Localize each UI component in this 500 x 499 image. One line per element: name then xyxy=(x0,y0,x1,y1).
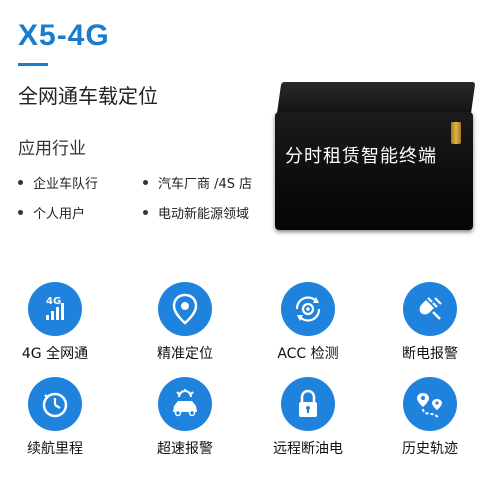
feature-label: 4G 全网通 xyxy=(21,346,89,362)
industry-item-automaker: 汽车厂商 /4S 店 xyxy=(143,176,252,194)
bullet-dot xyxy=(18,210,23,215)
product-subtitle: 全网通车载定位 xyxy=(18,84,158,108)
feature-label: ACC 检测 xyxy=(277,346,339,362)
industry-item-ev: 电动新能源领域 xyxy=(143,206,249,224)
gear-refresh-icon xyxy=(281,282,335,336)
feature-location: 精准定位 xyxy=(135,282,235,363)
device-body xyxy=(275,112,473,230)
feature-power-alarm: 断电报警 xyxy=(380,282,480,363)
lock-icon xyxy=(281,377,335,431)
feature-remote-cut: 远程断油电 xyxy=(258,377,358,458)
feature-label: 精准定位 xyxy=(157,346,213,362)
feature-label: 续航里程 xyxy=(27,441,83,457)
device-image: 分时租赁智能终端 xyxy=(275,82,476,232)
device-top-surface xyxy=(276,82,476,116)
industry-item-fleet: 企业车队行 xyxy=(18,176,98,194)
product-title: X5-4G xyxy=(18,19,110,52)
industry-heading: 应用行业 xyxy=(18,139,86,159)
power-plug-icon xyxy=(403,282,457,336)
bullet-dot xyxy=(18,180,23,185)
feature-range: 续航里程 xyxy=(5,377,105,458)
speeding-car-icon xyxy=(158,377,212,431)
svg-text:4G: 4G xyxy=(46,296,61,307)
bullet-dot xyxy=(143,210,148,215)
route-icon xyxy=(403,377,457,431)
feature-label: 历史轨迹 xyxy=(402,441,458,457)
title-divider xyxy=(18,63,48,66)
feature-label: 断电报警 xyxy=(402,346,458,362)
feature-history-track: 历史轨迹 xyxy=(380,377,480,458)
feature-speed-alarm: 超速报警 xyxy=(135,377,235,458)
antenna-connector xyxy=(451,122,461,144)
4g-signal-icon: 4G xyxy=(28,282,82,336)
industry-item-personal: 个人用户 xyxy=(18,206,85,224)
location-pin-icon xyxy=(158,282,212,336)
stopwatch-icon xyxy=(28,377,82,431)
feature-label: 超速报警 xyxy=(157,441,213,457)
device-label: 分时租赁智能终端 xyxy=(285,146,437,167)
feature-label: 远程断油电 xyxy=(273,441,343,457)
feature-4g: 4G 4G 全网通 xyxy=(5,282,105,363)
feature-acc: ACC 检测 xyxy=(258,282,358,363)
bullet-dot xyxy=(143,180,148,185)
